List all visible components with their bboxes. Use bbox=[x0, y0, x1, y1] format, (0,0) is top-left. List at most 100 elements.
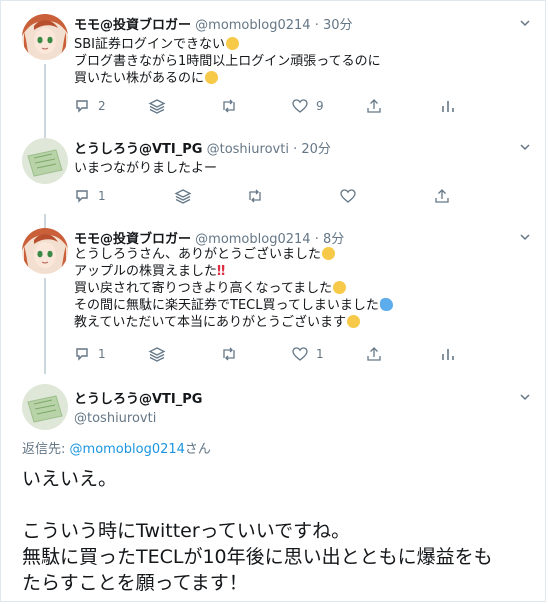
tweet-line bbox=[22, 492, 493, 518]
tweet-header: とうしろう@VTI_PG @toshiurovti · 20分 bbox=[74, 138, 331, 157]
reply-to-handle[interactable]: @momoblog0214 bbox=[70, 442, 185, 457]
tweet-line: 無駄に買ったTECLが10年後に思い出とともに爆益をも bbox=[22, 546, 493, 568]
tweet-actions: 2 9 bbox=[74, 96, 494, 116]
tweet-3[interactable]: モモ@投資ブロガー @momoblog0214 · 8分 とうしろうさん、ありが… bbox=[0, 214, 548, 374]
like-icon bbox=[292, 99, 308, 113]
tweet-line: 買い戻されて寄りつきより高くなってました bbox=[74, 281, 333, 296]
retweet-button[interactable] bbox=[220, 344, 238, 364]
tweet-line: いえいえ。 bbox=[22, 468, 118, 490]
share-button[interactable] bbox=[366, 96, 382, 116]
analytics-button[interactable] bbox=[440, 344, 456, 364]
tweet-2[interactable]: とうしろう@VTI_PG @toshiurovti · 20分 いまつながりまし… bbox=[0, 124, 548, 214]
smiling-emoji-icon bbox=[346, 315, 360, 328]
reply-count: 2 bbox=[98, 99, 106, 113]
laughing-emoji-icon bbox=[226, 37, 240, 50]
like-button[interactable] bbox=[340, 186, 356, 206]
share-icon bbox=[435, 189, 449, 203]
stack-icon bbox=[174, 189, 192, 204]
thread-line bbox=[44, 64, 46, 124]
double-exclamation-icon: ‼ bbox=[217, 264, 226, 279]
retweet-icon bbox=[223, 99, 235, 113]
analytics-button[interactable] bbox=[440, 96, 456, 116]
analytics-icon bbox=[442, 101, 454, 112]
avatar[interactable] bbox=[22, 138, 68, 184]
tweet-line: とうしろうさん、ありがとうございました bbox=[74, 247, 322, 262]
like-count: 9 bbox=[316, 99, 324, 113]
retweet-button[interactable] bbox=[220, 96, 238, 116]
tweet-line: 買いたい株があるのに bbox=[74, 71, 205, 86]
thread-line bbox=[44, 124, 46, 138]
tweet-actions: 1 bbox=[74, 186, 494, 206]
share-icon bbox=[367, 347, 381, 361]
stack-button[interactable] bbox=[148, 96, 166, 116]
reply-button[interactable]: 2 bbox=[74, 96, 106, 116]
chevron-down-icon[interactable] bbox=[520, 232, 530, 242]
tweet-line: こういう時にTwitterっていいですね。 bbox=[22, 520, 351, 542]
stack-button[interactable] bbox=[148, 344, 166, 364]
user-handle[interactable]: @momoblog0214 bbox=[195, 232, 310, 247]
display-name[interactable]: とうしろう@VTI_PG bbox=[74, 142, 202, 157]
like-button[interactable]: 9 bbox=[292, 96, 324, 116]
avatar[interactable] bbox=[22, 14, 68, 60]
reply-to-suffix: さん bbox=[184, 442, 211, 457]
laughing-emoji-icon bbox=[333, 281, 347, 294]
tweet-line: SBI証券ログインできない bbox=[74, 37, 226, 52]
retweet-icon bbox=[249, 189, 261, 203]
retweet-icon bbox=[223, 347, 235, 361]
tweet-text: とうしろうさん、ありがとうございました アップルの株買えました‼ 買い戻されて寄… bbox=[74, 246, 393, 331]
tweet-1[interactable]: モモ@投資ブロガー @momoblog0214 · 30分 SBI証券ログインで… bbox=[0, 0, 548, 124]
tweet-line: ブログ書きながら1時間以上ログイン頑張ってるのに bbox=[74, 54, 381, 69]
sweat-droplets-icon bbox=[379, 298, 393, 311]
reply-icon bbox=[76, 348, 88, 361]
reply-button[interactable]: 1 bbox=[74, 186, 106, 206]
tweet-text: SBI証券ログインできない ブログ書きながら1時間以上ログイン頑張ってるのに 買… bbox=[74, 36, 381, 87]
user-handle[interactable]: @momoblog0214 bbox=[195, 18, 310, 33]
like-icon bbox=[292, 347, 308, 361]
chevron-down-icon[interactable] bbox=[520, 142, 530, 152]
reply-icon bbox=[76, 190, 88, 203]
thread-line bbox=[44, 214, 46, 228]
like-button[interactable]: 1 bbox=[292, 344, 324, 364]
like-count: 1 bbox=[316, 347, 324, 361]
chevron-down-icon[interactable] bbox=[520, 18, 530, 28]
sad-emoji-icon bbox=[205, 71, 219, 84]
avatar[interactable] bbox=[22, 228, 68, 274]
tweet-line: 教えていただいて本当にありがとうございます bbox=[74, 315, 346, 330]
display-name[interactable]: モモ@投資ブロガー bbox=[74, 18, 191, 33]
timestamp[interactable]: · 20分 bbox=[293, 142, 331, 157]
timestamp[interactable]: · 30分 bbox=[315, 18, 353, 33]
chevron-down-icon[interactable] bbox=[520, 392, 530, 402]
tweet-actions: 1 1 bbox=[74, 344, 494, 364]
stack-icon bbox=[148, 347, 166, 362]
reply-to-label: 返信先: bbox=[22, 442, 66, 457]
grinning-emoji-icon bbox=[322, 247, 336, 260]
stack-icon bbox=[148, 99, 166, 114]
share-button[interactable] bbox=[434, 186, 450, 206]
stack-button[interactable] bbox=[174, 186, 192, 206]
reply-button[interactable]: 1 bbox=[74, 344, 106, 364]
tweet-header: モモ@投資ブロガー @momoblog0214 · 30分 bbox=[74, 14, 353, 33]
tweet-line: その間に無駄に楽天証券でTECL買ってしまいました bbox=[74, 298, 379, 313]
tweet-line: たらすことを願ってます！ bbox=[22, 572, 248, 594]
user-handle[interactable]: @toshiurovti bbox=[207, 142, 289, 157]
display-name[interactable]: モモ@投資ブロガー bbox=[74, 232, 191, 247]
retweet-button[interactable] bbox=[246, 186, 264, 206]
tweet-header: とうしろう@VTI_PG @toshiurovti bbox=[74, 388, 202, 426]
thread-line bbox=[44, 278, 46, 374]
avatar[interactable] bbox=[22, 384, 68, 430]
share-button[interactable] bbox=[366, 344, 382, 364]
reply-to-context: 返信先: @momoblog0214さん bbox=[22, 438, 211, 457]
main-tweet-text: いえいえ。 こういう時にTwitterっていいですね。 無駄に買ったTECLが1… bbox=[22, 466, 493, 596]
tweet-header: モモ@投資ブロガー @momoblog0214 · 8分 bbox=[74, 228, 344, 247]
reply-count: 1 bbox=[98, 189, 106, 203]
reply-icon bbox=[76, 100, 88, 113]
tweet-line: いまつながりましたよー bbox=[74, 161, 218, 176]
timestamp[interactable]: · 8分 bbox=[315, 232, 345, 247]
user-handle[interactable]: @toshiurovti bbox=[74, 411, 202, 426]
like-icon bbox=[340, 189, 356, 203]
reply-count: 1 bbox=[98, 347, 106, 361]
tweet-line: アップルの株買えました bbox=[74, 264, 218, 279]
tweet-text: いまつながりましたよー bbox=[74, 160, 217, 177]
display-name[interactable]: とうしろう@VTI_PG bbox=[74, 388, 202, 407]
share-icon bbox=[367, 99, 381, 113]
